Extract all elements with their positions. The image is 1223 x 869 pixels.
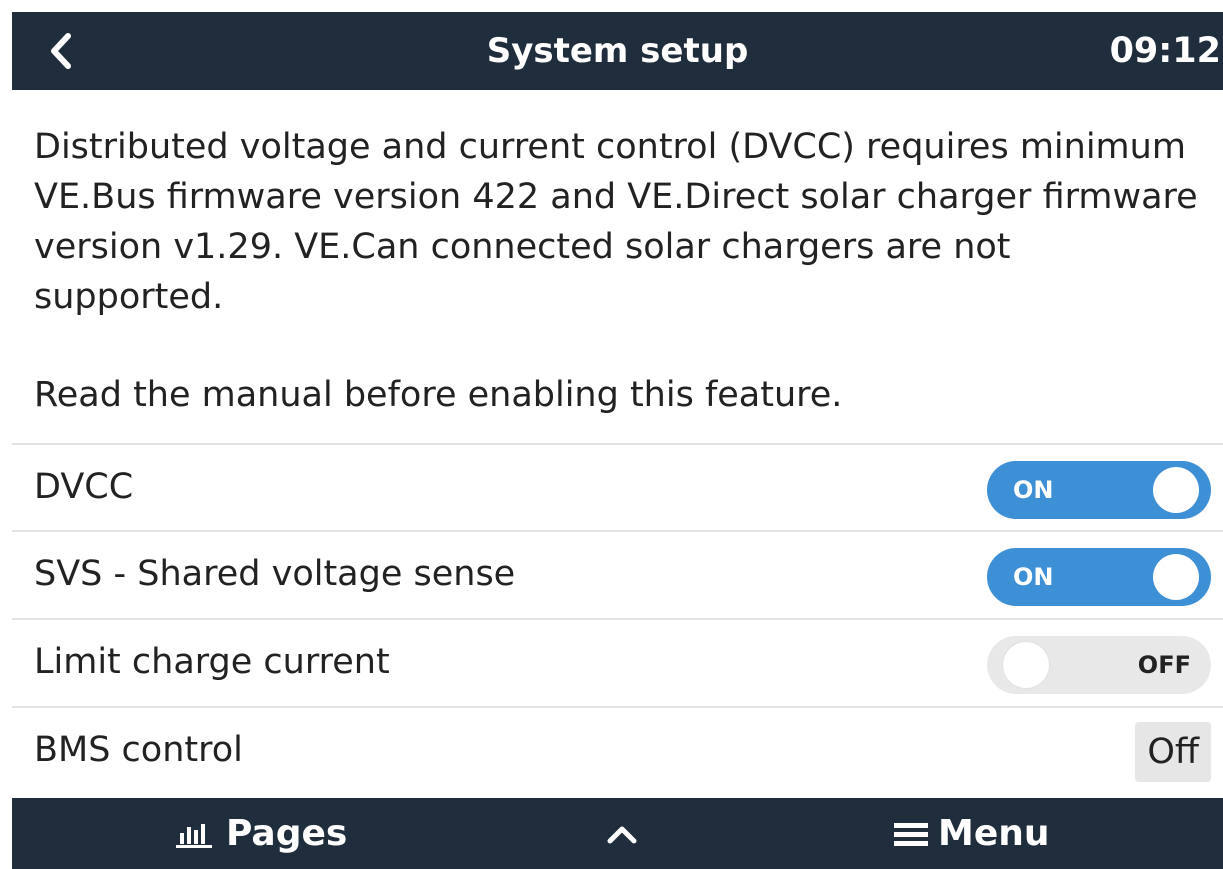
chevron-up-icon [607,826,637,844]
setting-label: SVS - Shared voltage sense [34,554,516,594]
menu-label: Menu [938,813,1050,854]
top-bar: System setup 09:12 [12,12,1223,90]
pages-label: Pages [226,813,348,854]
setting-row-svs[interactable]: SVS - Shared voltage sense ON [12,530,1223,617]
dvcc-info-text: Distributed voltage and current control … [34,122,1204,420]
dvcc-requirements-paragraph: Distributed voltage and current control … [34,127,1198,317]
bar-chart-icon [174,819,214,849]
bms-control-value: Off [1135,722,1211,782]
setting-row-dvcc[interactable]: DVCC ON [12,443,1223,530]
setting-label: DVCC [34,467,134,507]
bottom-nav-bar: Pages Menu [12,798,1223,869]
toggle-knob [1003,642,1049,688]
scroll-up-button[interactable] [602,816,642,852]
dvcc-toggle[interactable]: ON [987,461,1211,519]
toggle-knob [1153,467,1199,513]
toggle-state-label: OFF [1137,651,1191,679]
toggle-state-label: ON [1013,563,1054,591]
limit-charge-current-toggle[interactable]: OFF [987,636,1211,694]
toggle-knob [1153,554,1199,600]
manual-warning-paragraph: Read the manual before enabling this fea… [34,375,843,415]
menu-button[interactable]: Menu [894,798,1050,869]
setting-row-limit-charge-current[interactable]: Limit charge current OFF [12,618,1223,705]
setting-row-bms-control[interactable]: BMS control Off [12,706,1223,798]
hamburger-menu-icon [894,820,928,848]
clock-time: 09:12 [1109,31,1221,71]
setting-label: BMS control [34,730,243,770]
setting-label: Limit charge current [34,642,390,682]
toggle-state-label: ON [1013,476,1054,504]
pages-button[interactable]: Pages [174,798,347,869]
chevron-left-icon [51,33,71,69]
page-title: System setup [486,31,749,71]
svs-toggle[interactable]: ON [987,548,1211,606]
system-setup-screen: System setup 09:12 Distributed voltage a… [0,0,1223,869]
back-button[interactable] [34,24,88,78]
